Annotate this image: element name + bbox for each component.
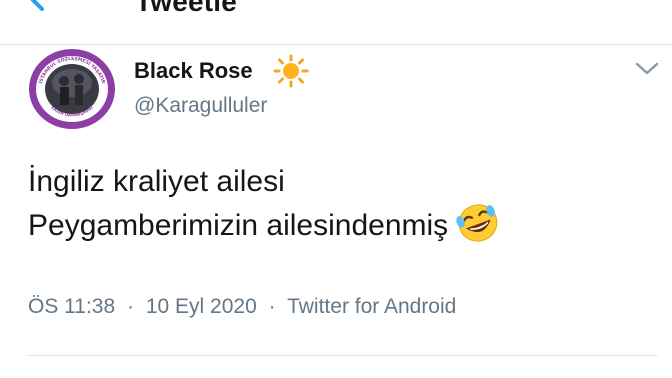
page-title: Tweetle [135, 0, 238, 17]
top-bar: Tweetle [0, 0, 672, 45]
chevron-down-icon[interactable] [633, 58, 661, 78]
rolling-on-floor-laughing-icon [456, 204, 498, 242]
tweet-text: İngiliz kraliyet ailesi Peygamberimizin … [28, 160, 502, 248]
author-display-name[interactable]: Black Rose [134, 58, 253, 84]
divider [0, 44, 672, 45]
separator: · [268, 295, 276, 318]
author-handle[interactable]: @Karagulluler [134, 94, 267, 118]
sun-icon [273, 54, 309, 88]
tweet-meta: ÖS 11:38 · 10 Eyl 2020 · Twitter for And… [28, 295, 456, 319]
separator: · [127, 295, 135, 318]
tweet-text-line: İngiliz kraliyet ailesi [28, 165, 285, 198]
tweet-detail-screen: Tweetle İSTANBUL SÖZLEŞMESİ YAŞATIR KADI… [0, 0, 672, 378]
tweet-time[interactable]: ÖS 11:38 [28, 295, 115, 318]
tweet-text-line-content: Peygamberimizin ailesindenmiş [28, 209, 449, 242]
tweet-text-line: Peygamberimizin ailesindenmiş [28, 204, 502, 248]
divider [28, 355, 658, 356]
back-arrow-icon[interactable] [20, 0, 70, 12]
avatar[interactable]: İSTANBUL SÖZLEŞMESİ YAŞATIR KADIN DAYANI… [27, 47, 117, 131]
tweet-source[interactable]: Twitter for Android [287, 295, 456, 318]
tweet-date[interactable]: 10 Eyl 2020 [146, 295, 257, 318]
